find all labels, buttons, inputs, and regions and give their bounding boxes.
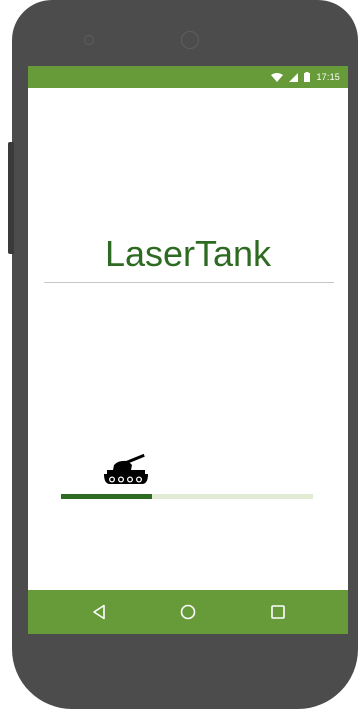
proximity-sensor bbox=[84, 35, 94, 45]
status-icons: 17:15 bbox=[271, 66, 340, 88]
power-button bbox=[8, 142, 14, 254]
tank-icon bbox=[98, 453, 154, 491]
recents-button[interactable] bbox=[265, 599, 291, 625]
back-icon bbox=[93, 604, 105, 620]
app-title: LaserTank bbox=[104, 233, 272, 274]
home-button[interactable] bbox=[175, 599, 201, 625]
front-camera bbox=[181, 31, 199, 49]
status-clock: 17:15 bbox=[316, 72, 340, 82]
screen: 17:15 LaserTank bbox=[28, 66, 348, 634]
cell-signal-icon bbox=[289, 72, 299, 82]
wifi-icon bbox=[271, 72, 284, 82]
loading-progress-fill bbox=[61, 494, 152, 499]
recents-icon bbox=[271, 605, 285, 619]
loading-progress-bar bbox=[61, 494, 313, 499]
status-bar: 17:15 bbox=[28, 66, 348, 88]
back-button[interactable] bbox=[86, 599, 112, 625]
battery-icon bbox=[304, 72, 311, 82]
title-divider bbox=[44, 282, 334, 283]
navigation-bar bbox=[28, 590, 348, 634]
home-icon bbox=[180, 604, 196, 620]
